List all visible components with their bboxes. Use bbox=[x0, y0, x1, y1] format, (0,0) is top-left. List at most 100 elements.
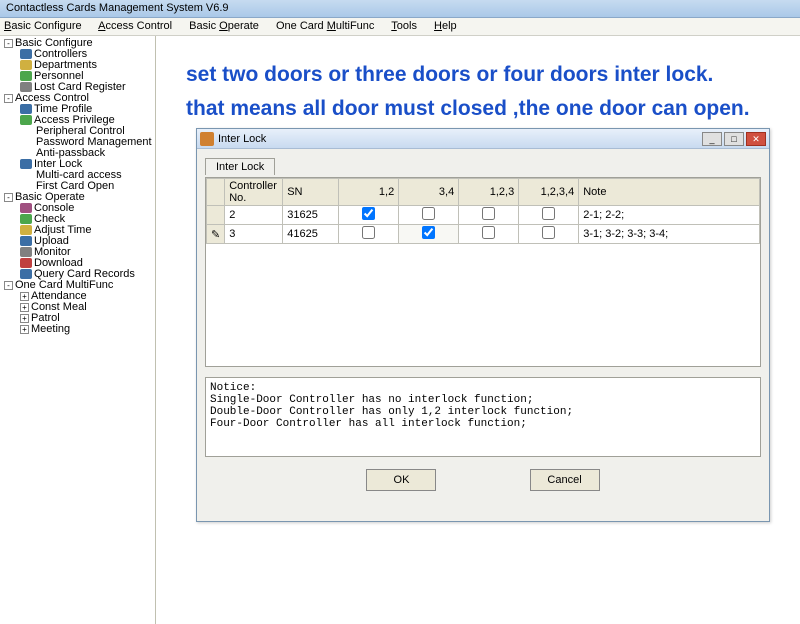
dialog-button-row: OK Cancel bbox=[205, 469, 761, 491]
annotation-line-1: set two doors or three doors or four doo… bbox=[186, 58, 750, 92]
content-area: set two doors or three doors or four doo… bbox=[156, 36, 800, 624]
menu-one-card[interactable]: One Card MultiFunc bbox=[276, 20, 374, 32]
checkbox-123[interactable] bbox=[482, 207, 495, 220]
menu-tools[interactable]: Tools bbox=[391, 20, 417, 32]
col-34: 3,4 bbox=[399, 179, 459, 206]
menubar: Basic Configure Access Control Basic Ope… bbox=[0, 18, 800, 36]
expand-icon[interactable]: + bbox=[20, 325, 29, 334]
checkbox-1234[interactable] bbox=[542, 226, 555, 239]
tree-adjust-time[interactable]: Adjust Time bbox=[2, 225, 153, 236]
cell-123 bbox=[459, 206, 519, 225]
close-button[interactable]: ✕ bbox=[746, 132, 766, 146]
tab-inter-lock[interactable]: Inter Lock bbox=[205, 158, 275, 175]
upload-icon bbox=[20, 236, 32, 246]
notice-line-1: Single-Door Controller has no interlock … bbox=[210, 394, 756, 406]
col-note: Note bbox=[579, 179, 760, 206]
expand-icon[interactable]: + bbox=[20, 292, 29, 301]
check-icon bbox=[20, 214, 32, 224]
collapse-icon[interactable]: - bbox=[4, 281, 13, 290]
row-indicator-edit: ✎ bbox=[207, 225, 225, 244]
inter-lock-dialog: Inter Lock _ □ ✕ Inter Lock Controller N… bbox=[196, 128, 770, 522]
sidebar: -Basic Configure Controllers Departments… bbox=[0, 36, 156, 624]
notice-line-3: Four-Door Controller has all interlock f… bbox=[210, 418, 756, 430]
app-titlebar: Contactless Cards Management System V6.9 bbox=[0, 0, 800, 18]
lost-card-icon bbox=[20, 82, 32, 92]
col-12: 1,2 bbox=[339, 179, 399, 206]
table-row[interactable]: 2 31625 2-1; 2-2; bbox=[207, 206, 760, 225]
collapse-icon[interactable]: - bbox=[4, 94, 13, 103]
notice-line-2: Double-Door Controller has only 1,2 inte… bbox=[210, 406, 756, 418]
controller-icon bbox=[20, 49, 32, 59]
cell-controller-no: 3 bbox=[225, 225, 283, 244]
tree-const-meal[interactable]: +Const Meal bbox=[2, 302, 153, 313]
maximize-button[interactable]: □ bbox=[724, 132, 744, 146]
expand-icon[interactable]: + bbox=[20, 303, 29, 312]
download-icon bbox=[20, 258, 32, 268]
collapse-icon[interactable]: - bbox=[4, 39, 13, 48]
time-icon bbox=[20, 225, 32, 235]
menu-basic-operate[interactable]: Basic Operate bbox=[189, 20, 259, 32]
interlock-icon bbox=[20, 159, 32, 169]
row-header-blank bbox=[207, 179, 225, 206]
departments-icon bbox=[20, 60, 32, 70]
nav-tree: -Basic Configure Controllers Departments… bbox=[2, 38, 153, 335]
col-controller-no: Controller No. bbox=[225, 179, 283, 206]
notice-heading: Notice: bbox=[210, 382, 756, 394]
cell-note: 2-1; 2-2; bbox=[579, 206, 760, 225]
col-1234: 1,2,3,4 bbox=[519, 179, 579, 206]
dialog-icon bbox=[200, 132, 214, 146]
row-indicator bbox=[207, 206, 225, 225]
tab-strip: Inter Lock bbox=[205, 157, 761, 177]
cell-controller-no: 2 bbox=[225, 206, 283, 225]
checkbox-1234[interactable] bbox=[542, 207, 555, 220]
dialog-titlebar[interactable]: Inter Lock _ □ ✕ bbox=[197, 129, 769, 149]
notice-box: Notice: Single-Door Controller has no in… bbox=[205, 377, 761, 457]
instruction-text: set two doors or three doors or four doo… bbox=[186, 58, 750, 125]
cell-12 bbox=[339, 206, 399, 225]
menu-help[interactable]: Help bbox=[434, 20, 457, 32]
grid-container: Controller No. SN 1,2 3,4 1,2,3 1,2,3,4 … bbox=[205, 177, 761, 367]
interlock-grid: Controller No. SN 1,2 3,4 1,2,3 1,2,3,4 … bbox=[206, 178, 760, 244]
cell-1234 bbox=[519, 225, 579, 244]
personnel-icon bbox=[20, 71, 32, 81]
expand-icon[interactable]: + bbox=[20, 314, 29, 323]
app-title: Contactless Cards Management System V6.9 bbox=[6, 2, 229, 14]
main-area: -Basic Configure Controllers Departments… bbox=[0, 36, 800, 624]
dialog-title: Inter Lock bbox=[218, 133, 700, 145]
dialog-body: Inter Lock Controller No. SN 1,2 3,4 1,2… bbox=[197, 149, 769, 521]
checkbox-34[interactable] bbox=[422, 207, 435, 220]
tree-patrol[interactable]: +Patrol bbox=[2, 313, 153, 324]
cell-sn: 31625 bbox=[283, 206, 339, 225]
privilege-icon bbox=[20, 115, 32, 125]
col-123: 1,2,3 bbox=[459, 179, 519, 206]
console-icon bbox=[20, 203, 32, 213]
query-icon bbox=[20, 269, 32, 279]
menu-basic-configure[interactable]: Basic Configure bbox=[4, 20, 82, 32]
checkbox-123[interactable] bbox=[482, 226, 495, 239]
monitor-icon bbox=[20, 247, 32, 257]
clock-icon bbox=[20, 104, 32, 114]
cell-note: 3-1; 3-2; 3-3; 3-4; bbox=[579, 225, 760, 244]
cell-sn: 41625 bbox=[283, 225, 339, 244]
cell-34 bbox=[399, 206, 459, 225]
col-sn: SN bbox=[283, 179, 339, 206]
annotation-line-2: that means all door must closed ,the one… bbox=[186, 92, 750, 126]
ok-button[interactable]: OK bbox=[366, 469, 436, 491]
table-row[interactable]: ✎ 3 41625 3-1; 3-2; 3-3; 3-4; bbox=[207, 225, 760, 244]
tree-meeting[interactable]: +Meeting bbox=[2, 324, 153, 335]
minimize-button[interactable]: _ bbox=[702, 132, 722, 146]
menu-access-control[interactable]: Access Control bbox=[98, 20, 172, 32]
cancel-button[interactable]: Cancel bbox=[530, 469, 600, 491]
tree-upload[interactable]: Upload bbox=[2, 236, 153, 247]
cell-34 bbox=[399, 225, 459, 244]
cell-123 bbox=[459, 225, 519, 244]
cell-12 bbox=[339, 225, 399, 244]
cell-1234 bbox=[519, 206, 579, 225]
grid-header-row: Controller No. SN 1,2 3,4 1,2,3 1,2,3,4 … bbox=[207, 179, 760, 206]
tree-basic-operate[interactable]: -Basic Operate bbox=[2, 192, 153, 203]
tree-console[interactable]: Console bbox=[2, 203, 153, 214]
collapse-icon[interactable]: - bbox=[4, 193, 13, 202]
checkbox-12[interactable] bbox=[362, 207, 375, 220]
checkbox-34[interactable] bbox=[422, 226, 435, 239]
checkbox-12[interactable] bbox=[362, 226, 375, 239]
